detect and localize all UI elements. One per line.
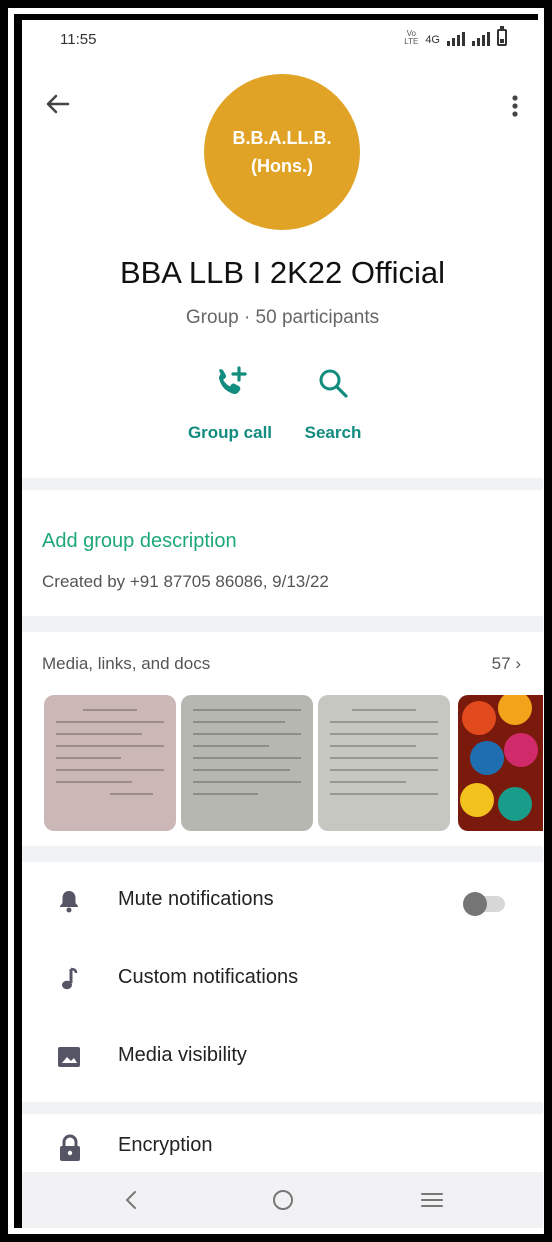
- back-arrow-icon[interactable]: [42, 88, 74, 120]
- chevron-right-icon: ›: [515, 654, 521, 673]
- group-call-button[interactable]: Group call: [175, 365, 285, 443]
- created-by-text: Created by +91 87705 86086, 9/13/22: [42, 572, 329, 591]
- network-type: 4G: [425, 34, 440, 46]
- encryption-label: Encryption: [118, 1134, 213, 1156]
- media-thumbnail[interactable]: [44, 695, 176, 831]
- media-count[interactable]: 57 ›: [492, 654, 521, 674]
- mute-notifications-toggle[interactable]: [463, 892, 505, 916]
- nav-home-icon[interactable]: [269, 1186, 297, 1214]
- media-visibility-row[interactable]: Media visibility: [22, 1018, 543, 1096]
- battery-icon: [497, 26, 507, 46]
- image-icon: [58, 1047, 80, 1067]
- avatar-text-line1: B.B.A.LL.B.: [232, 128, 332, 148]
- media-visibility-label: Media visibility: [118, 1044, 247, 1066]
- mute-notifications-row[interactable]: Mute notifications: [22, 862, 543, 940]
- bell-icon: [60, 891, 78, 913]
- custom-notifications-label: Custom notifications: [118, 966, 299, 988]
- group-header: B.B.A.LL.B. (Hons.) BBA LLB I 2K22 Offic…: [22, 60, 543, 478]
- nav-recents-icon[interactable]: [418, 1186, 446, 1214]
- custom-notifications-row[interactable]: Custom notifications: [22, 940, 543, 1018]
- volte-icon: Vo LTE: [404, 29, 419, 46]
- more-options-icon[interactable]: [503, 90, 527, 122]
- search-button[interactable]: Search: [278, 365, 388, 443]
- group-avatar[interactable]: B.B.A.LL.B. (Hons.): [204, 74, 360, 230]
- status-icons: Vo LTE 4G: [404, 26, 507, 46]
- music-note-icon: [62, 967, 78, 990]
- signal-icon: [447, 32, 465, 46]
- group-call-label: Group call: [187, 423, 273, 442]
- media-count-value: 57: [491, 654, 511, 673]
- avatar-text-line2: (Hons.): [251, 156, 313, 176]
- nav-back-icon[interactable]: [118, 1186, 146, 1214]
- phone-screen: 11:55 Vo LTE 4G B.B.A.LL.B. (Hons.) BBA L…: [22, 20, 543, 1228]
- group-name: BBA LLB I 2K22 Official: [119, 255, 446, 290]
- signal-icon-sim2: [472, 32, 490, 46]
- system-navigation-bar: [22, 1172, 543, 1228]
- lock-icon: [60, 1134, 80, 1161]
- mute-notifications-label: Mute notifications: [118, 888, 274, 910]
- description-section: Add group description Created by +91 877…: [22, 490, 543, 616]
- group-subtitle: Group · 50 participants: [185, 307, 380, 328]
- media-thumbnail[interactable]: [181, 695, 313, 831]
- media-thumbnail[interactable]: [318, 695, 450, 831]
- search-icon: [319, 369, 348, 398]
- media-thumbnail[interactable]: [458, 695, 543, 831]
- settings-list: Mute notifications Custom notifications …: [22, 862, 543, 1102]
- status-time: 11:55: [60, 31, 97, 48]
- media-section: Media, links, and docs 57 ›: [22, 632, 543, 846]
- search-label: Search: [304, 423, 362, 442]
- add-call-icon: [219, 366, 247, 395]
- add-group-description-link[interactable]: Add group description: [42, 530, 237, 553]
- status-bar: 11:55 Vo LTE 4G: [22, 20, 543, 60]
- media-header[interactable]: Media, links, and docs: [42, 654, 210, 674]
